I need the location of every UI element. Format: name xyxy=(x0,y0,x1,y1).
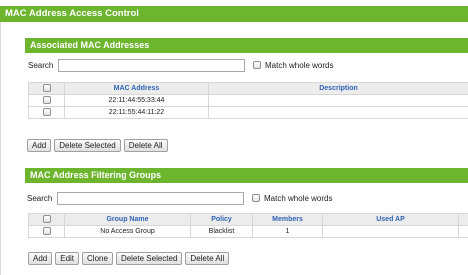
select-all-checkbox[interactable] xyxy=(42,83,51,92)
edit-group-button[interactable]: Edit xyxy=(55,252,80,265)
column-header-members: Members xyxy=(252,213,323,226)
select-all-column-header[interactable] xyxy=(28,82,65,95)
table-header-row: MAC Address Description xyxy=(28,82,468,95)
groups-search-input[interactable] xyxy=(57,191,244,205)
description-cell xyxy=(208,94,468,107)
groups-search-row: Search Match whole words xyxy=(25,191,332,205)
groups-match-checkbox[interactable] xyxy=(252,194,260,202)
mac-address-cell: 22:11:44:55:33:44 xyxy=(64,94,209,107)
groups-button-row: Add Edit Clone Delete Selected Delete Al… xyxy=(28,252,230,265)
row-checkbox[interactable] xyxy=(42,107,51,116)
members-cell: 1 xyxy=(252,225,323,238)
group-name-cell: No Access Group xyxy=(64,225,191,238)
column-header-policy: Policy xyxy=(190,213,253,226)
associated-match-whole-words: Match whole words xyxy=(253,61,333,70)
used-ap-cell xyxy=(322,225,459,238)
mac-access-control-panel: MAC Address Access Control Associated MA… xyxy=(0,0,468,275)
filtering-groups-table: Group Name Policy Members Used AP No Acc… xyxy=(28,213,468,238)
groups-match-label: Match whole words xyxy=(264,193,333,203)
table-header-row: Group Name Policy Members Used AP xyxy=(28,213,468,226)
column-header-mac-address: MAC Address xyxy=(64,82,209,95)
associated-search-input[interactable] xyxy=(58,58,245,72)
add-group-button[interactable]: Add xyxy=(28,252,53,265)
select-all-column-header[interactable] xyxy=(28,213,65,226)
description-cell xyxy=(208,106,468,119)
associated-mac-section: Associated MAC Addresses Search Match wh… xyxy=(25,38,468,156)
associated-match-checkbox[interactable] xyxy=(253,61,261,69)
filtering-groups-section: MAC Address Filtering Groups Search Matc… xyxy=(25,168,468,275)
groups-search-label: Search xyxy=(27,193,53,203)
table-row: 22:11:44:55:33:44 xyxy=(28,94,468,107)
select-all-checkbox[interactable] xyxy=(42,214,51,223)
row-checkbox[interactable] xyxy=(42,95,51,104)
column-header-extra xyxy=(458,213,468,226)
delete-all-group-button[interactable]: Delete All xyxy=(185,252,230,265)
table-row: 22:11:55:44:11:22 xyxy=(28,106,468,119)
associated-button-row: Add Delete Selected Delete All xyxy=(27,139,168,152)
column-header-description: Description xyxy=(208,82,468,95)
column-header-used-ap: Used AP xyxy=(322,213,459,226)
associated-match-label: Match whole words xyxy=(265,60,334,70)
extra-cell xyxy=(458,225,468,238)
row-checkbox[interactable] xyxy=(42,226,51,235)
policy-cell: Blacklist xyxy=(190,225,253,238)
associated-search-row: Search Match whole words xyxy=(25,58,333,72)
clone-group-button[interactable]: Clone xyxy=(82,252,113,265)
panel-title: MAC Address Access Control xyxy=(0,6,468,22)
associated-mac-title: Associated MAC Addresses xyxy=(25,38,468,53)
add-mac-button[interactable]: Add xyxy=(27,139,52,152)
associated-mac-table: MAC Address Description 22:11:44:55:33:4… xyxy=(28,82,468,119)
delete-all-mac-button[interactable]: Delete All xyxy=(123,139,168,152)
delete-selected-group-button[interactable]: Delete Selected xyxy=(115,252,183,265)
filtering-groups-title: MAC Address Filtering Groups xyxy=(25,168,468,183)
delete-selected-mac-button[interactable]: Delete Selected xyxy=(54,139,121,152)
associated-search-label: Search xyxy=(28,60,54,70)
mac-address-cell: 22:11:55:44:11:22 xyxy=(64,106,209,119)
groups-match-whole-words: Match whole words xyxy=(252,194,332,203)
table-row: No Access Group Blacklist 1 xyxy=(28,225,468,238)
column-header-group-name: Group Name xyxy=(64,213,191,226)
